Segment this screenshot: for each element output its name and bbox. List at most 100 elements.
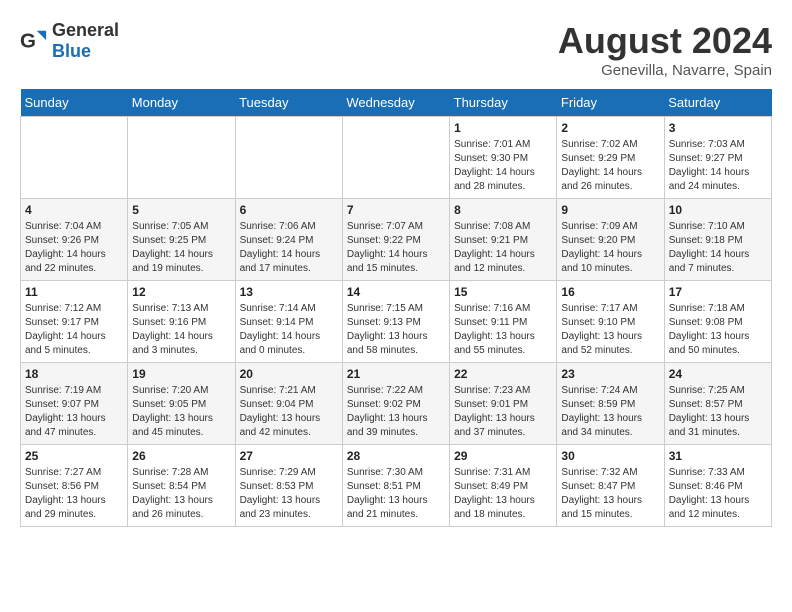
logo: G General Blue bbox=[20, 20, 119, 62]
day-info: Sunrise: 7:16 AMSunset: 9:11 PMDaylight:… bbox=[454, 302, 552, 358]
day-info: Sunrise: 7:09 AMSunset: 9:20 PMDaylight:… bbox=[561, 220, 659, 276]
day-number: 26 bbox=[132, 449, 230, 463]
svg-text:G: G bbox=[20, 30, 36, 53]
day-info: Sunrise: 7:02 AMSunset: 9:29 PMDaylight:… bbox=[561, 138, 659, 194]
logo-icon: G bbox=[20, 27, 48, 55]
day-number: 29 bbox=[454, 449, 552, 463]
calendar-week-row: 18 Sunrise: 7:19 AMSunset: 9:07 PMDayligh… bbox=[21, 363, 772, 445]
calendar-cell: 6Sunrise: 7:06 AMSunset: 9:24 PMDaylight… bbox=[235, 199, 342, 281]
calendar-cell: 31 Sunrise: 7:33 AMSunset: 8:46 PMDayligh… bbox=[664, 445, 771, 527]
calendar-cell: 25Sunrise: 7:27 AMSunset: 8:56 PMDayligh… bbox=[21, 445, 128, 527]
day-info: Sunrise: 7:33 AMSunset: 8:46 PMDaylight:… bbox=[669, 466, 767, 522]
column-header-sunday: Sunday bbox=[21, 89, 128, 117]
logo-general-text: General bbox=[52, 20, 119, 40]
day-number: 30 bbox=[561, 449, 659, 463]
day-number: 9 bbox=[561, 203, 659, 217]
calendar-cell: 24Sunrise: 7:25 AMSunset: 8:57 PMDayligh… bbox=[664, 363, 771, 445]
calendar-week-row: 11 Sunrise: 7:12 AMSunset: 9:17 PMDayligh… bbox=[21, 281, 772, 363]
calendar-cell: 4Sunrise: 7:04 AMSunset: 9:26 PMDaylight… bbox=[21, 199, 128, 281]
column-header-thursday: Thursday bbox=[450, 89, 557, 117]
calendar-cell: 21Sunrise: 7:22 AMSunset: 9:02 PMDayligh… bbox=[342, 363, 449, 445]
day-number: 3 bbox=[669, 121, 767, 135]
day-info: Sunrise: 7:17 AMSunset: 9:10 PMDaylight:… bbox=[561, 302, 659, 358]
calendar-cell: 22Sunrise: 7:23 AMSunset: 9:01 PMDayligh… bbox=[450, 363, 557, 445]
calendar-cell: 15Sunrise: 7:16 AMSunset: 9:11 PMDayligh… bbox=[450, 281, 557, 363]
calendar-cell: 27 Sunrise: 7:29 AMSunset: 8:53 PMDayligh… bbox=[235, 445, 342, 527]
calendar-week-row: 4Sunrise: 7:04 AMSunset: 9:26 PMDaylight… bbox=[21, 199, 772, 281]
calendar-cell bbox=[235, 117, 342, 199]
day-number: 16 bbox=[561, 285, 659, 299]
calendar-cell: 20 Sunrise: 7:21 AMSunset: 9:04 PMDayligh… bbox=[235, 363, 342, 445]
page-header: G General Blue August 2024 Genevilla, Na… bbox=[20, 20, 772, 79]
day-number: 28 bbox=[347, 449, 445, 463]
day-info: Sunrise: 7:19 AMSunset: 9:07 PMDaylight:… bbox=[25, 384, 123, 440]
day-info: Sunrise: 7:08 AMSunset: 9:21 PMDaylight:… bbox=[454, 220, 552, 276]
day-number: 7 bbox=[347, 203, 445, 217]
day-info: Sunrise: 7:04 AMSunset: 9:26 PMDaylight:… bbox=[25, 220, 123, 276]
day-number: 8 bbox=[454, 203, 552, 217]
day-info: Sunrise: 7:30 AMSunset: 8:51 PMDaylight:… bbox=[347, 466, 445, 522]
day-info: Sunrise: 7:10 AMSunset: 9:18 PMDaylight:… bbox=[669, 220, 767, 276]
calendar-header-row: SundayMondayTuesdayWednesdayThursdayFrid… bbox=[21, 89, 772, 117]
day-info: Sunrise: 7:21 AMSunset: 9:04 PMDaylight:… bbox=[240, 384, 338, 440]
day-number: 25 bbox=[25, 449, 123, 463]
month-year-title: August 2024 bbox=[558, 20, 772, 62]
column-header-tuesday: Tuesday bbox=[235, 89, 342, 117]
day-number: 5 bbox=[132, 203, 230, 217]
calendar-cell: 30 Sunrise: 7:32 AMSunset: 8:47 PMDayligh… bbox=[557, 445, 664, 527]
column-header-saturday: Saturday bbox=[664, 89, 771, 117]
day-number: 27 bbox=[240, 449, 338, 463]
day-info: Sunrise: 7:12 AMSunset: 9:17 PMDaylight:… bbox=[25, 302, 123, 358]
calendar-cell bbox=[342, 117, 449, 199]
day-info: Sunrise: 7:28 AMSunset: 8:54 PMDaylight:… bbox=[132, 466, 230, 522]
calendar-cell: 14 Sunrise: 7:15 AMSunset: 9:13 PMDayligh… bbox=[342, 281, 449, 363]
logo-blue-text: Blue bbox=[52, 41, 91, 61]
calendar-cell: 26 Sunrise: 7:28 AMSunset: 8:54 PMDayligh… bbox=[128, 445, 235, 527]
day-number: 19 bbox=[132, 367, 230, 381]
day-number: 10 bbox=[669, 203, 767, 217]
day-number: 2 bbox=[561, 121, 659, 135]
calendar-cell: 28 Sunrise: 7:30 AMSunset: 8:51 PMDayligh… bbox=[342, 445, 449, 527]
day-info: Sunrise: 7:07 AMSunset: 9:22 PMDaylight:… bbox=[347, 220, 445, 276]
column-header-monday: Monday bbox=[128, 89, 235, 117]
calendar-cell bbox=[128, 117, 235, 199]
day-info: Sunrise: 7:18 AMSunset: 9:08 PMDaylight:… bbox=[669, 302, 767, 358]
day-info: Sunrise: 7:32 AMSunset: 8:47 PMDaylight:… bbox=[561, 466, 659, 522]
calendar-cell: 17 Sunrise: 7:18 AMSunset: 9:08 PMDayligh… bbox=[664, 281, 771, 363]
calendar-cell: 5 Sunrise: 7:05 AMSunset: 9:25 PMDaylight… bbox=[128, 199, 235, 281]
day-number: 14 bbox=[347, 285, 445, 299]
column-header-wednesday: Wednesday bbox=[342, 89, 449, 117]
calendar-cell: 1 Sunrise: 7:01 AMSunset: 9:30 PMDaylight… bbox=[450, 117, 557, 199]
calendar-cell: 16 Sunrise: 7:17 AMSunset: 9:10 PMDayligh… bbox=[557, 281, 664, 363]
day-number: 18 bbox=[25, 367, 123, 381]
day-info: Sunrise: 7:20 AMSunset: 9:05 PMDaylight:… bbox=[132, 384, 230, 440]
calendar-cell: 23Sunrise: 7:24 AMSunset: 8:59 PMDayligh… bbox=[557, 363, 664, 445]
calendar-table: SundayMondayTuesdayWednesdayThursdayFrid… bbox=[20, 89, 772, 527]
day-number: 1 bbox=[454, 121, 552, 135]
calendar-cell: 9 Sunrise: 7:09 AMSunset: 9:20 PMDaylight… bbox=[557, 199, 664, 281]
calendar-cell: 29Sunrise: 7:31 AMSunset: 8:49 PMDayligh… bbox=[450, 445, 557, 527]
day-number: 31 bbox=[669, 449, 767, 463]
calendar-cell: 7 Sunrise: 7:07 AMSunset: 9:22 PMDaylight… bbox=[342, 199, 449, 281]
calendar-cell: 11 Sunrise: 7:12 AMSunset: 9:17 PMDayligh… bbox=[21, 281, 128, 363]
day-info: Sunrise: 7:06 AMSunset: 9:24 PMDaylight:… bbox=[240, 220, 338, 276]
day-number: 17 bbox=[669, 285, 767, 299]
day-number: 11 bbox=[25, 285, 123, 299]
day-info: Sunrise: 7:13 AMSunset: 9:16 PMDaylight:… bbox=[132, 302, 230, 358]
calendar-cell: 2 Sunrise: 7:02 AMSunset: 9:29 PMDaylight… bbox=[557, 117, 664, 199]
day-info: Sunrise: 7:25 AMSunset: 8:57 PMDaylight:… bbox=[669, 384, 767, 440]
day-info: Sunrise: 7:15 AMSunset: 9:13 PMDaylight:… bbox=[347, 302, 445, 358]
calendar-cell bbox=[21, 117, 128, 199]
calendar-cell: 12Sunrise: 7:13 AMSunset: 9:16 PMDayligh… bbox=[128, 281, 235, 363]
day-info: Sunrise: 7:05 AMSunset: 9:25 PMDaylight:… bbox=[132, 220, 230, 276]
day-number: 21 bbox=[347, 367, 445, 381]
day-info: Sunrise: 7:29 AMSunset: 8:53 PMDaylight:… bbox=[240, 466, 338, 522]
day-number: 20 bbox=[240, 367, 338, 381]
day-info: Sunrise: 7:01 AMSunset: 9:30 PMDaylight:… bbox=[454, 138, 552, 194]
day-number: 22 bbox=[454, 367, 552, 381]
calendar-cell: 19 Sunrise: 7:20 AMSunset: 9:05 PMDayligh… bbox=[128, 363, 235, 445]
column-header-friday: Friday bbox=[557, 89, 664, 117]
calendar-week-row: 25Sunrise: 7:27 AMSunset: 8:56 PMDayligh… bbox=[21, 445, 772, 527]
calendar-week-row: 1 Sunrise: 7:01 AMSunset: 9:30 PMDaylight… bbox=[21, 117, 772, 199]
day-number: 23 bbox=[561, 367, 659, 381]
